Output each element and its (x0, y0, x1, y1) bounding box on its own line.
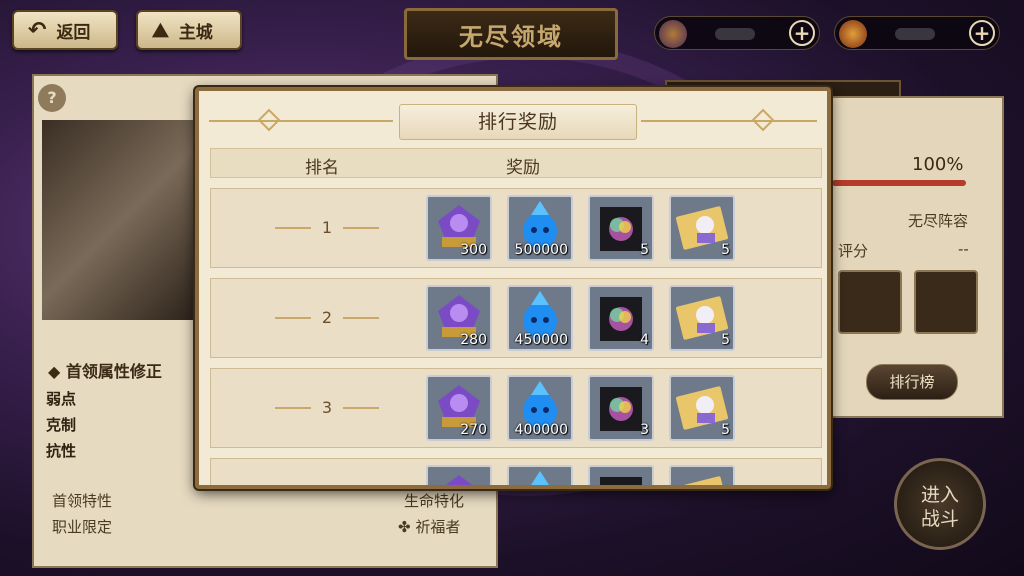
purple-flower-icon[interactable] (426, 465, 492, 485)
rainbow-cube-icon[interactable]: 5 (588, 195, 654, 261)
currency-value-hidden (895, 28, 935, 40)
character-card-icon[interactable]: 5 (669, 375, 735, 441)
enter-battle-line1: 进入 (920, 484, 959, 506)
job-label: 职业限定 (52, 518, 113, 536)
add-currency-button[interactable]: + (969, 20, 995, 46)
score-value: -- (958, 240, 969, 258)
diamond-icon: ◆ (48, 362, 61, 381)
progress-bar (832, 180, 966, 186)
column-header-reward: 奖励 (506, 158, 540, 178)
section-title: ◆ 首领属性修正 (48, 358, 162, 382)
rainbow-cube-icon-art (600, 477, 642, 485)
job-class: ✤ 祈福者 (398, 516, 460, 537)
blue-soul-icon[interactable] (507, 465, 573, 485)
castle-icon: ⛰ (152, 18, 169, 42)
reward-count: 3 (640, 422, 649, 438)
stat-label-counter: 克制 (46, 416, 77, 434)
blessing-icon: ✤ (398, 518, 411, 536)
add-currency-button[interactable]: + (789, 20, 815, 46)
team-slot[interactable] (838, 270, 902, 334)
blue-soul-icon[interactable]: 500000 (507, 195, 573, 261)
rank-number: 3 (271, 395, 383, 421)
rainbow-cube-icon[interactable] (588, 465, 654, 485)
table-row: 1 300 500000 5 5 (210, 188, 822, 268)
table-row: 3 270 400000 3 5 (210, 368, 822, 448)
dialog-title: 排行奖励 (399, 104, 637, 140)
job-value: 祈福者 (415, 518, 461, 536)
character-avatar-icon (659, 20, 687, 48)
character-card-icon-art (675, 476, 729, 485)
lineup-label: 无尽阵容 (908, 212, 969, 230)
score-label: 评分 (838, 242, 869, 260)
enter-battle-button[interactable]: 进入 战斗 (894, 458, 986, 550)
reward-count: 5 (721, 242, 730, 258)
blue-soul-icon-art (531, 471, 549, 485)
blue-soul-icon[interactable]: 450000 (507, 285, 573, 351)
title-ornament-line (641, 120, 817, 122)
reward-count: 5 (640, 242, 649, 258)
back-arrow-icon: ↶ (28, 17, 47, 43)
reward-count: 300 (460, 242, 487, 258)
enter-battle-line2: 战斗 (920, 508, 959, 530)
stat-label-weak: 弱点 (46, 390, 77, 408)
table-row: 2 280 450000 4 5 (210, 278, 822, 358)
back-button[interactable]: ↶ 返回 (12, 10, 118, 50)
reward-count: 500000 (514, 242, 568, 258)
trait-value: 生命特化 (404, 492, 465, 510)
rank-reward-dialog: 排行奖励 排名 奖励 1 300 500000 5 5 2 280 450000… (195, 87, 831, 489)
ranking-button[interactable]: 排行榜 (866, 364, 958, 400)
table-header: 排名 奖励 (210, 148, 822, 178)
rank-number: 1 (271, 215, 383, 241)
section-title-text: 首领属性修正 (65, 362, 162, 381)
trait-label: 首领特性 (52, 492, 113, 510)
home-label: 主城 (178, 22, 213, 43)
column-header-rank: 排名 (305, 158, 339, 178)
reward-count: 280 (460, 332, 487, 348)
currency-value-hidden (715, 28, 755, 40)
rainbow-cube-icon[interactable]: 4 (588, 285, 654, 351)
table-row (210, 458, 822, 485)
character-card-icon[interactable]: 5 (669, 195, 735, 261)
reward-count: 400000 (514, 422, 568, 438)
ornament-diamond-icon (257, 108, 281, 132)
rank-number: 2 (271, 305, 383, 331)
purple-flower-icon-art (445, 475, 473, 485)
page-title: 无尽领域 (404, 8, 618, 60)
rainbow-cube-icon[interactable]: 3 (588, 375, 654, 441)
home-button[interactable]: ⛰ 主城 (136, 10, 242, 50)
help-button[interactable]: ? (38, 84, 66, 112)
blue-soul-icon[interactable]: 400000 (507, 375, 573, 441)
purple-flower-icon[interactable]: 300 (426, 195, 492, 261)
progress-percent: 100% (912, 154, 964, 175)
stage-info-panel: 100% 无尽阵容 评分 -- 排行榜 (824, 96, 1004, 418)
ornament-diamond-icon (751, 108, 775, 132)
stat-label-resist: 抗性 (46, 442, 77, 460)
reward-count: 4 (640, 332, 649, 348)
ticket-icon (839, 20, 867, 48)
purple-flower-icon[interactable]: 270 (426, 375, 492, 441)
reward-count: 450000 (514, 332, 568, 348)
reward-count: 270 (460, 422, 487, 438)
currency-bar-2: + (834, 16, 1000, 50)
boss-portrait (42, 120, 202, 320)
reward-count: 5 (721, 422, 730, 438)
character-card-icon[interactable]: 5 (669, 285, 735, 351)
team-slot[interactable] (914, 270, 978, 334)
back-label: 返回 (56, 22, 91, 43)
currency-bar-1: + (654, 16, 820, 50)
reward-count: 5 (721, 332, 730, 348)
title-ornament-line (209, 120, 393, 122)
page-title-text: 无尽领域 (459, 22, 563, 51)
purple-flower-icon[interactable]: 280 (426, 285, 492, 351)
character-card-icon[interactable] (669, 465, 735, 485)
